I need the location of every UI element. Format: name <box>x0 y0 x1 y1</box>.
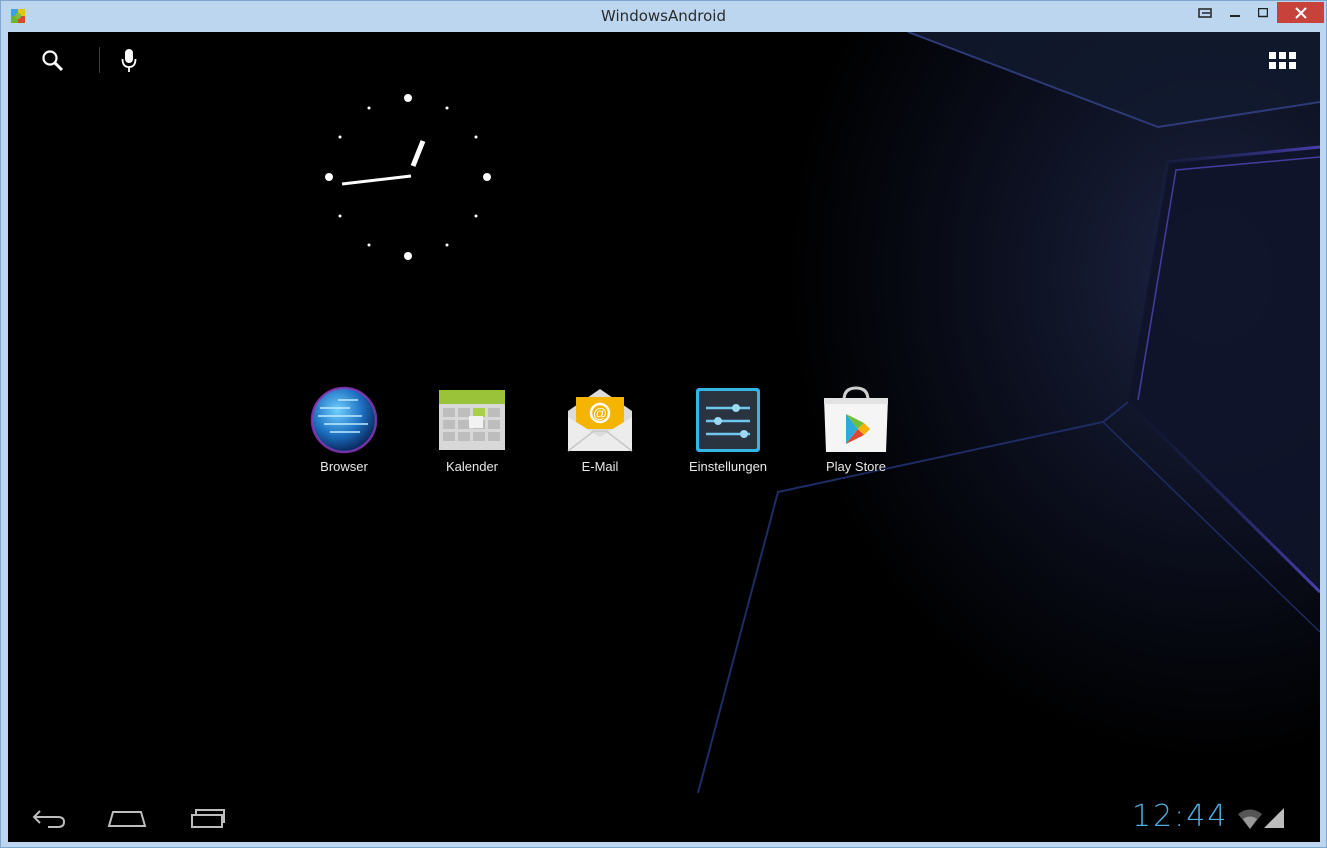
search-button[interactable] <box>36 48 70 74</box>
app-kalender[interactable]: Kalender <box>417 384 527 480</box>
analog-clock-widget[interactable] <box>318 87 498 267</box>
recent-apps-icon <box>191 809 225 828</box>
maximize-button[interactable] <box>1249 2 1277 23</box>
home-icon <box>107 811 147 827</box>
android-screen[interactable]: Browser Kalender @ E-Mail Einstellungen … <box>8 32 1320 842</box>
navigation-bar: 12:44 <box>8 793 1320 842</box>
settings-icon <box>696 388 760 452</box>
home-button[interactable] <box>104 801 150 835</box>
window-menu-icon <box>1198 7 1212 18</box>
app-label: Einstellungen <box>688 459 768 474</box>
voice-search-button[interactable] <box>116 46 142 76</box>
status-clock[interactable]: 12:44 <box>1132 799 1228 834</box>
window-menu-button[interactable] <box>1191 2 1219 23</box>
browser-globe-icon <box>310 386 378 454</box>
email-icon: @ <box>567 389 633 452</box>
minimize-icon <box>1230 14 1240 17</box>
signal-strength-icon <box>1264 808 1284 828</box>
app-label: Browser <box>320 459 368 474</box>
clock-minute-hand <box>341 174 412 186</box>
clock-hour-hand <box>410 140 426 167</box>
close-icon <box>1294 6 1307 19</box>
app-drawer-grid-icon <box>1269 52 1296 69</box>
close-button[interactable] <box>1277 2 1324 23</box>
calendar-icon <box>439 390 505 450</box>
all-apps-button[interactable] <box>1266 48 1300 74</box>
title-bar[interactable]: WindowsAndroid <box>1 1 1326 32</box>
svg-text:@: @ <box>593 405 607 421</box>
wifi-icon <box>1238 809 1262 829</box>
window-title: WindowsAndroid <box>601 7 726 25</box>
app-einstellungen[interactable]: Einstellungen <box>673 384 783 480</box>
back-button[interactable] <box>26 801 70 835</box>
app-label: Kalender <box>445 459 499 474</box>
app-label: Play Store <box>826 459 886 474</box>
recent-apps-button[interactable] <box>186 801 230 835</box>
app-play-store[interactable]: Play Store <box>801 384 911 480</box>
wallpaper <box>8 32 1320 842</box>
back-arrow-icon <box>32 810 66 828</box>
play-store-icon <box>824 386 888 452</box>
maximize-icon <box>1258 7 1268 17</box>
search-icon <box>42 50 64 72</box>
app-window: WindowsAndroid Browser Kalender @ E-Mail… <box>0 0 1327 848</box>
search-divider <box>99 47 100 73</box>
microphone-icon <box>121 49 137 72</box>
app-label: E-Mail <box>581 459 619 474</box>
app-browser[interactable]: Browser <box>289 384 399 480</box>
minimize-button[interactable] <box>1221 2 1249 23</box>
app-email[interactable]: @ E-Mail <box>545 384 655 480</box>
